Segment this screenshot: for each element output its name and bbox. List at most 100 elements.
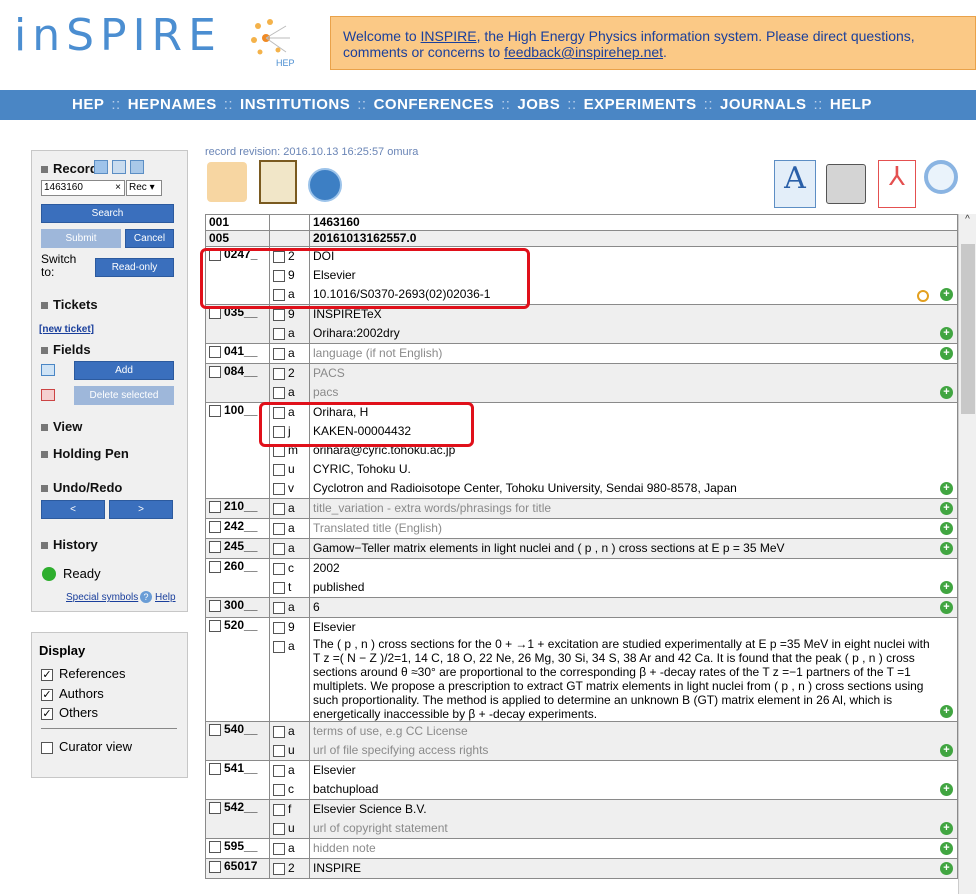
subfield-checkbox[interactable] <box>273 386 285 399</box>
subfield-value[interactable]: Elsevier <box>313 618 954 637</box>
feedback-link[interactable]: feedback@inspirehep.net <box>504 44 663 60</box>
add-subfield-icon[interactable]: + <box>940 502 953 515</box>
nav-item-conferences[interactable]: CONFERENCES <box>374 96 495 113</box>
authors-checkbox[interactable]: ✓ Authors <box>41 686 104 701</box>
field-tag[interactable]: 035__ <box>205 304 270 344</box>
field-checkbox[interactable] <box>209 762 221 775</box>
add-subfield-icon[interactable]: + <box>940 862 953 875</box>
view-heading[interactable]: View <box>41 419 82 434</box>
add-subfield-icon[interactable]: + <box>940 386 953 399</box>
subfield-value[interactable]: Elsevier <box>313 761 954 780</box>
add-field-button[interactable]: Add <box>74 361 174 380</box>
field-checkbox[interactable] <box>209 560 221 573</box>
field-tag[interactable]: 245__ <box>205 538 270 559</box>
subfield-value[interactable]: published <box>313 578 954 597</box>
field-tag[interactable]: 260__ <box>205 558 270 598</box>
field-tag[interactable]: 300__ <box>205 597 270 618</box>
subfield-value[interactable]: pacs <box>313 383 954 402</box>
marc-export-icon[interactable]: A <box>774 160 816 208</box>
subfield-checkbox[interactable] <box>273 725 285 738</box>
subfield-checkbox[interactable] <box>273 347 285 360</box>
subfield-value[interactable]: language (if not English) <box>313 344 954 363</box>
subfield-value[interactable]: PACS <box>313 364 954 383</box>
subfield-checkbox[interactable] <box>273 862 285 875</box>
add-subfield-icon[interactable]: + <box>940 744 953 757</box>
field-tag[interactable]: 242__ <box>205 518 270 539</box>
others-checkbox[interactable]: ✓ Others <box>41 705 98 720</box>
delete-selected-button[interactable]: Delete selected <box>74 386 174 405</box>
subfield-checkbox[interactable] <box>273 502 285 515</box>
add-subfield-icon[interactable]: + <box>940 288 953 301</box>
submit-button[interactable]: Submit <box>41 229 121 248</box>
field-checkbox[interactable] <box>209 404 221 417</box>
field-tag[interactable]: 65017 <box>205 858 270 879</box>
add-subfield-icon[interactable]: + <box>940 542 953 555</box>
subfield-checkbox[interactable] <box>273 581 285 594</box>
add-subfield-icon[interactable]: + <box>940 482 953 495</box>
new-ticket-link[interactable]: [new ticket] <box>39 324 94 335</box>
lookup-icon[interactable] <box>917 290 929 302</box>
add-subfield-icon[interactable]: + <box>940 822 953 835</box>
add-subfield-icon[interactable]: + <box>940 705 953 718</box>
field-tag[interactable]: 595__ <box>205 838 270 859</box>
field-tag[interactable]: 210__ <box>205 498 270 519</box>
history-heading[interactable]: History <box>41 537 98 552</box>
subfield-value[interactable]: INSPIRE <box>313 859 954 878</box>
nav-item-hep[interactable]: HEP <box>72 96 104 113</box>
globe-icon[interactable] <box>308 168 342 202</box>
subfield-value[interactable]: Gamow−Teller matrix elements in light nu… <box>313 539 954 558</box>
subfield-checkbox[interactable] <box>273 601 285 614</box>
subfield-checkbox[interactable] <box>273 463 285 476</box>
help-icon[interactable]: ? <box>140 591 152 603</box>
clipboard-icon[interactable] <box>259 160 297 204</box>
magnifier-icon[interactable] <box>924 160 958 194</box>
nav-item-jobs[interactable]: JOBS <box>517 96 560 113</box>
add-subfield-icon[interactable]: + <box>940 842 953 855</box>
field-tag[interactable]: 541__ <box>205 760 270 800</box>
add-subfield-icon[interactable]: + <box>940 347 953 360</box>
field-checkbox[interactable] <box>209 840 221 853</box>
references-checkbox[interactable]: ✓ References <box>41 666 125 681</box>
subfield-value[interactable]: title_variation - extra words/phrasings … <box>313 499 954 518</box>
field-checkbox[interactable] <box>209 500 221 513</box>
add-subfield-icon[interactable]: + <box>940 581 953 594</box>
subfield-value[interactable]: Translated title (English) <box>313 519 954 538</box>
subfield-checkbox[interactable] <box>273 822 285 835</box>
read-only-button[interactable]: Read-only <box>95 258 174 277</box>
nav-item-experiments[interactable]: EXPERIMENTS <box>584 96 697 113</box>
redo-button[interactable]: > <box>109 500 173 519</box>
subfield-value[interactable]: Elsevier Science B.V. <box>313 800 954 819</box>
subfield-value[interactable]: terms of use, e.g CC License <box>313 722 954 741</box>
subfield-checkbox[interactable] <box>273 542 285 555</box>
field-checkbox[interactable] <box>209 801 221 814</box>
add-subfield-icon[interactable]: + <box>940 522 953 535</box>
search-button[interactable]: Search <box>41 204 174 223</box>
field-tag[interactable]: 041__ <box>205 343 270 364</box>
subfield-checkbox[interactable] <box>273 562 285 575</box>
undo-button[interactable]: < <box>41 500 105 519</box>
subfield-value[interactable]: hidden note <box>313 839 954 858</box>
inspire-logo[interactable]: inSPIRE <box>14 10 222 61</box>
field-tag[interactable]: 520__ <box>205 617 270 722</box>
field-checkbox[interactable] <box>209 619 221 632</box>
nav-item-help[interactable]: HELP <box>830 96 872 113</box>
subfield-value[interactable]: url of copyright statement <box>313 819 954 838</box>
record-type-select[interactable]: Rec ▾ <box>126 180 162 196</box>
subfield-value[interactable]: Cyclotron and Radioisotope Center, Tohok… <box>313 479 954 498</box>
nav-item-hepnames[interactable]: HEPNAMES <box>128 96 217 113</box>
subfield-value[interactable]: batchupload <box>313 780 954 799</box>
print-icon[interactable] <box>826 164 866 204</box>
record-id-input[interactable]: 1463160 × <box>41 180 125 196</box>
pdf-icon[interactable]: ⅄ <box>878 160 916 208</box>
merge-icon[interactable] <box>207 162 247 202</box>
subfield-value[interactable]: 1463160 <box>313 215 954 230</box>
subfield-checkbox[interactable] <box>273 783 285 796</box>
subfield-value[interactable]: 2002 <box>313 559 954 578</box>
subfield-checkbox[interactable] <box>273 842 285 855</box>
field-checkbox[interactable] <box>209 365 221 378</box>
copy-icon[interactable] <box>112 160 126 174</box>
field-checkbox[interactable] <box>209 345 221 358</box>
subfield-value[interactable]: 6 <box>313 598 954 617</box>
field-tag[interactable]: 005 <box>205 230 270 247</box>
field-checkbox[interactable] <box>209 860 221 873</box>
